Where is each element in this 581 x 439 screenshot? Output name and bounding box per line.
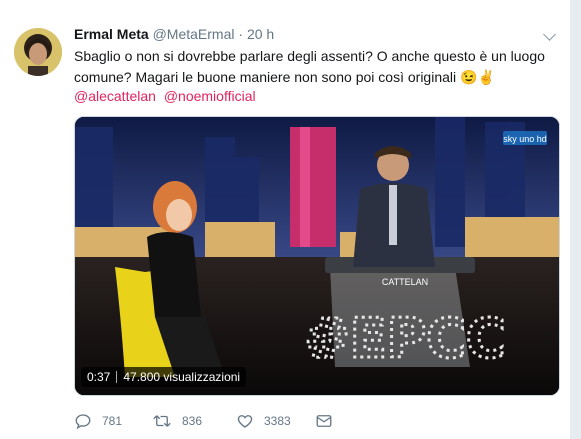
timestamp[interactable]: 20 h (247, 26, 274, 42)
tweet-text: Sbaglio o non si dovrebbe parlare degli … (74, 46, 554, 88)
stage-sign: #EPCC (305, 307, 506, 370)
mention-alecattelan[interactable]: @alecattelan (74, 88, 156, 104)
separator-dot: · (238, 26, 244, 42)
dm-button[interactable] (315, 412, 343, 430)
reply-count: 781 (102, 414, 123, 428)
like-icon (237, 415, 253, 428)
desk-tag: CATTELAN (382, 277, 428, 287)
retweet-button[interactable]: 836 (152, 412, 202, 430)
video-frame: sky uno hd CATTELAN #EPCC (75, 117, 559, 395)
author-handle[interactable]: @MetaErmal (153, 26, 235, 42)
retweet-icon (153, 415, 171, 427)
reply-icon (75, 414, 91, 430)
dm-icon (316, 415, 332, 427)
like-button[interactable]: 3383 (236, 412, 291, 430)
tweet-card[interactable]: Ermal Meta @MetaErmal · 20 h Sbaglio o n… (0, 0, 571, 439)
mention-noemiofficial[interactable]: @noemiofficial (164, 88, 256, 104)
video-info-badge: 0:37 47.800 visualizzazioni (81, 367, 247, 387)
video-duration: 0:37 (87, 370, 111, 384)
channel-logo: sky uno hd (503, 134, 547, 144)
reply-button[interactable]: 781 (74, 412, 122, 430)
tweet-header: Ermal Meta @MetaErmal · 20 h (74, 26, 274, 42)
like-count: 3383 (264, 414, 291, 428)
author-name[interactable]: Ermal Meta (74, 26, 149, 42)
retweet-count: 836 (182, 414, 203, 428)
video-player[interactable]: sky uno hd CATTELAN #EPCC 0:37 47.800 vis… (74, 116, 560, 396)
chevron-down-icon[interactable] (543, 28, 556, 41)
avatar[interactable] (14, 28, 62, 76)
video-views: 47.800 visualizzazioni (123, 370, 241, 384)
mentions: @alecattelan @noemiofficial (74, 88, 260, 104)
emoji: 😉✌️ (460, 69, 495, 85)
